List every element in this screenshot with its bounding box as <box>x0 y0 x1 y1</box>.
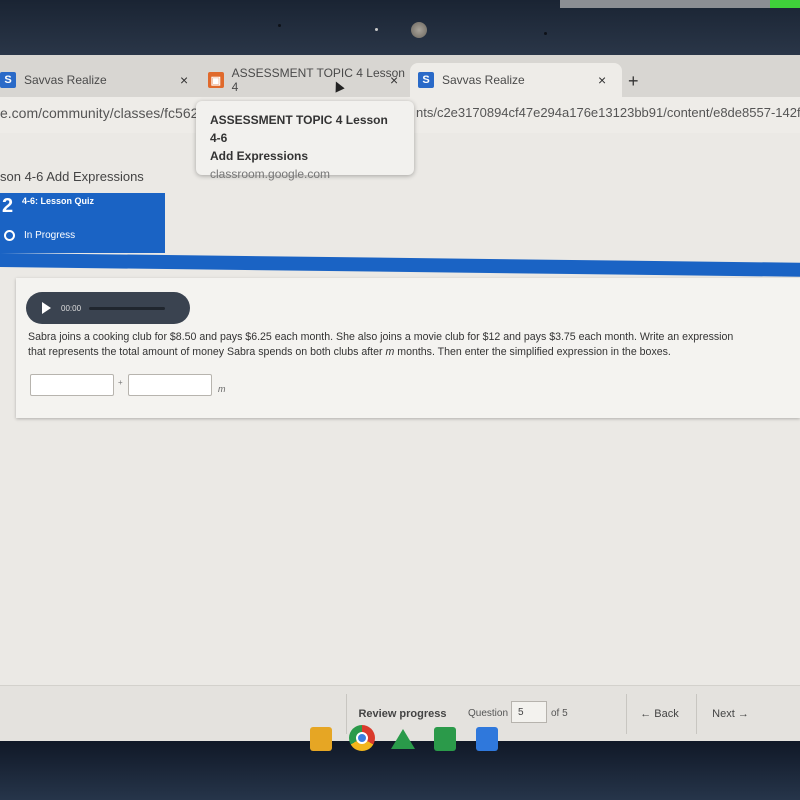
webcam <box>411 22 427 38</box>
chromeos-shelf <box>0 725 800 800</box>
variable-label: m <box>218 384 226 394</box>
url-text[interactable]: e.com/community/classes/fc562a22 <box>0 105 222 121</box>
google-slides-icon[interactable] <box>310 727 332 751</box>
question-variable: m <box>385 346 395 358</box>
audio-player[interactable]: 00:00 <box>26 292 190 324</box>
close-icon[interactable]: × <box>180 72 188 88</box>
audio-time: 00:00 <box>61 303 82 313</box>
plus-operator: + <box>118 378 123 387</box>
quiz-number: 2 <box>2 195 14 217</box>
tab-assessment[interactable]: ▣ ASSESSMENT TOPIC 4 Lesson 4 × <box>200 63 410 97</box>
savvas-icon: S <box>418 72 434 88</box>
question-card: 00:00 Sabra joins a cooking club for $8.… <box>16 278 800 418</box>
back-button[interactable]: ← Back <box>626 694 692 734</box>
answer-box-constant[interactable] <box>30 374 114 396</box>
audio-progress-bar[interactable] <box>89 306 166 310</box>
question-line-1: Sabra joins a cooking club for $8.50 and… <box>28 331 734 343</box>
tab-title: ASSESSMENT TOPIC 4 Lesson 4 <box>231 66 405 94</box>
question-text: Sabra joins a cooking club for $8.50 and… <box>28 330 798 360</box>
google-drive-icon[interactable] <box>391 729 415 749</box>
tab-savvas-1[interactable]: S Savvas Realize × <box>0 63 196 97</box>
play-icon[interactable] <box>42 302 51 314</box>
hover-card-subtitle: Add Expressions <box>210 149 309 163</box>
chrome-icon[interactable] <box>349 725 375 751</box>
tab-title: Savvas Realize <box>442 73 525 87</box>
laptop-bezel <box>0 0 800 56</box>
background-green-element <box>770 0 800 8</box>
bezel-light <box>375 28 378 31</box>
question-total: of 5 <box>551 708 568 719</box>
savvas-icon: S <box>0 72 16 88</box>
bezel-sensor <box>278 24 281 27</box>
question-line-2-end: months. Then enter the simplified expres… <box>394 346 671 358</box>
hover-card-domain: classroom.google.com <box>210 167 331 181</box>
google-classroom-icon: ▣ <box>208 72 224 88</box>
url-text-continued[interactable]: nts/c2e3170894cf47e294a176e13123bb91/con… <box>416 105 800 120</box>
tab-savvas-active[interactable]: S Savvas Realize × <box>410 63 622 97</box>
breadcrumb[interactable]: son 4-6 Add Expressions <box>0 169 144 184</box>
google-docs-icon[interactable] <box>476 727 498 751</box>
page-content: son 4-6 Add Expressions 2 4-6: Lesson Qu… <box>0 133 800 741</box>
header-band <box>0 253 800 277</box>
answer-box-coefficient[interactable] <box>128 374 212 396</box>
tab-title: Savvas Realize <box>24 73 107 87</box>
close-icon[interactable]: × <box>390 72 398 88</box>
google-sheets-icon[interactable] <box>434 727 456 751</box>
next-button[interactable]: Next → <box>696 694 764 734</box>
clock-icon <box>4 230 15 241</box>
new-tab-button[interactable]: + <box>628 71 639 92</box>
hover-card-title: ASSESSMENT TOPIC 4 Lesson 4-6 <box>210 113 388 145</box>
background-monitor-strip <box>560 0 800 8</box>
tab-strip: S Savvas Realize × ▣ ASSESSMENT TOPIC 4 … <box>0 55 800 97</box>
question-line-2: that represents the total amount of mone… <box>28 346 386 358</box>
quiz-status: In Progress <box>4 230 75 241</box>
bezel-sensor <box>544 32 547 35</box>
status-label: In Progress <box>24 230 76 241</box>
question-label: Question <box>468 708 509 719</box>
tab-hover-card: ASSESSMENT TOPIC 4 Lesson 4-6 Add Expres… <box>196 101 414 181</box>
close-icon[interactable]: × <box>598 72 606 88</box>
question-number-input[interactable] <box>511 701 547 723</box>
quiz-header: 2 4-6: Lesson Quiz In Progress <box>0 193 165 253</box>
screen: S Savvas Realize × ▣ ASSESSMENT TOPIC 4 … <box>0 55 800 741</box>
quiz-title: 4-6: Lesson Quiz <box>22 196 95 206</box>
